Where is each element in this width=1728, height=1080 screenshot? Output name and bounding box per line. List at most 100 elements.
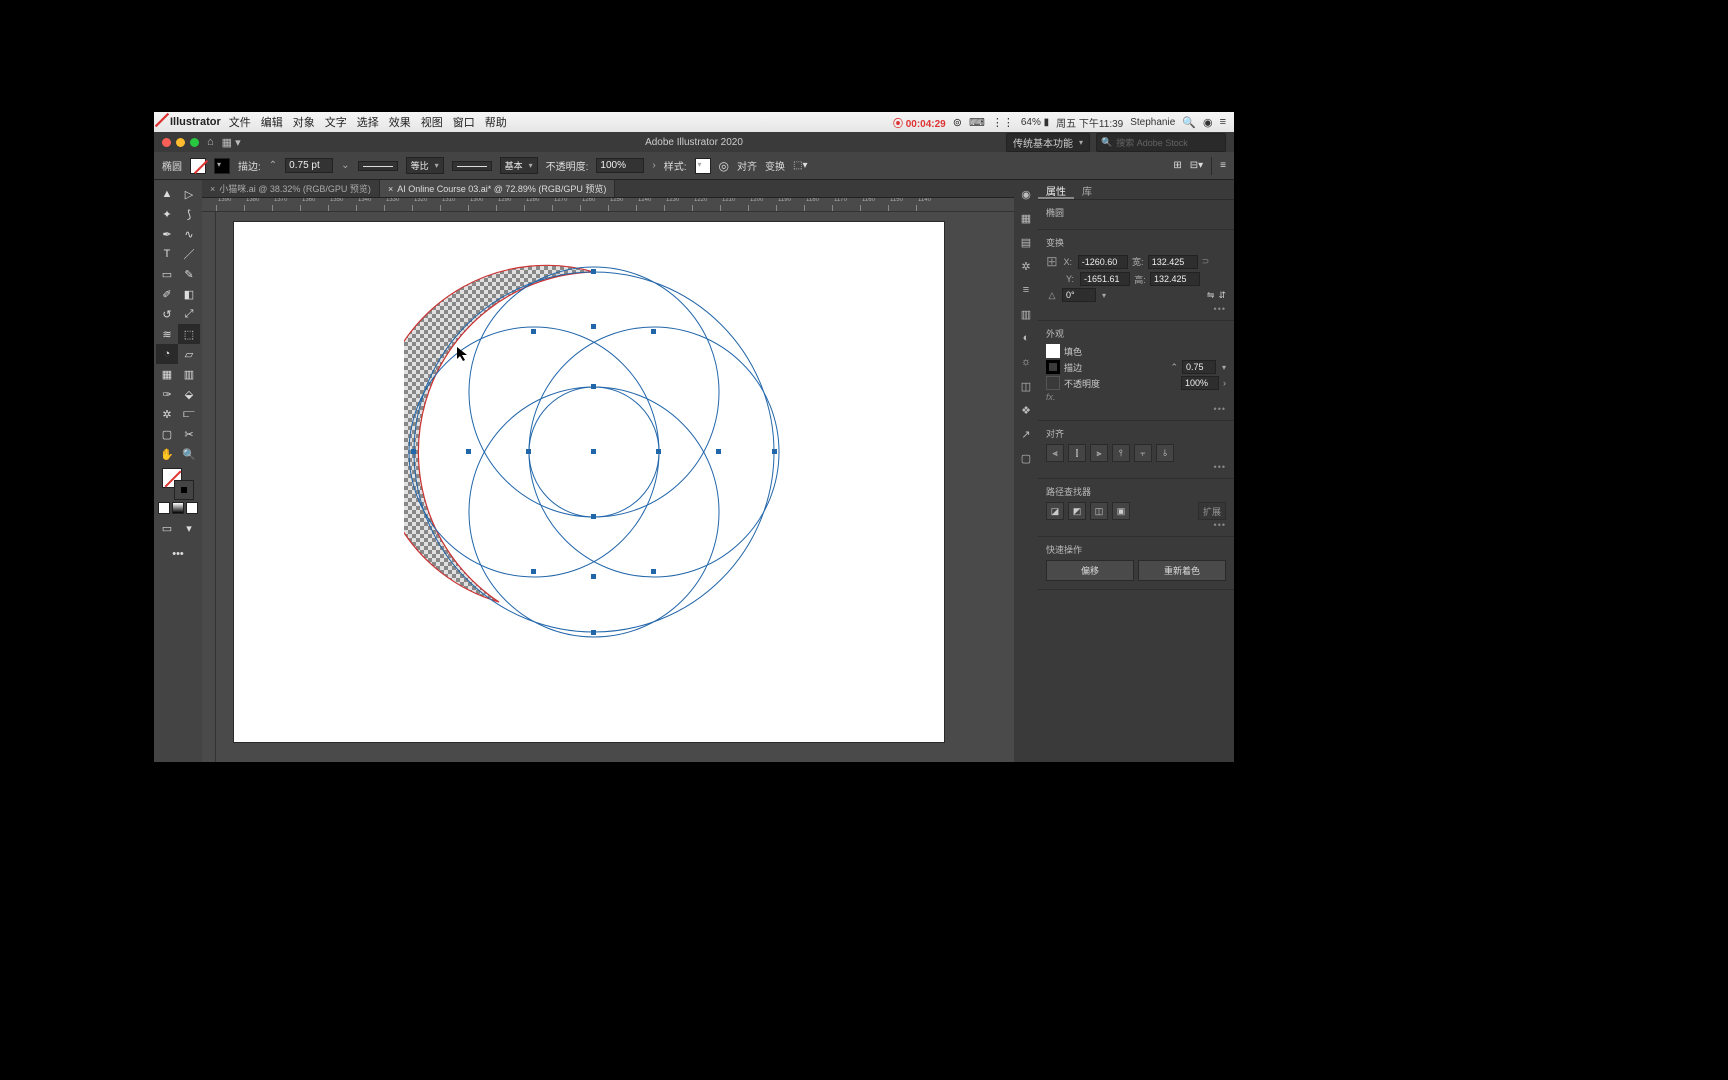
- zoom-tool[interactable]: 🔍: [178, 444, 200, 464]
- symbol-sprayer-tool[interactable]: ✲: [156, 404, 178, 424]
- height-input[interactable]: [1150, 272, 1200, 286]
- transparency-panel-icon[interactable]: ◐: [1018, 330, 1034, 346]
- lasso-tool[interactable]: ⟆: [178, 204, 200, 224]
- stroke-panel-icon[interactable]: ≡: [1018, 282, 1034, 298]
- artboard-viewport[interactable]: [216, 212, 1014, 762]
- brushes-panel-icon[interactable]: ▤: [1018, 234, 1034, 250]
- stroke-profile[interactable]: [358, 161, 398, 171]
- graphic-styles-panel-icon[interactable]: ◫: [1018, 378, 1034, 394]
- menu-help[interactable]: 帮助: [485, 114, 507, 130]
- scale-tool[interactable]: ⤢: [178, 304, 200, 324]
- pathfinder-exclude[interactable]: ▣: [1112, 502, 1130, 520]
- isolate-icon[interactable]: ⬚▾: [793, 160, 807, 171]
- shape-builder-tool[interactable]: ◔: [156, 344, 178, 364]
- edit-toolbar[interactable]: •••: [158, 544, 198, 564]
- close-window-button[interactable]: [162, 138, 171, 147]
- rotate-tool[interactable]: ↺: [156, 304, 178, 324]
- adobe-stock-search[interactable]: 🔍 搜索 Adobe Stock: [1096, 133, 1226, 152]
- align-top[interactable]: ⫯: [1112, 444, 1130, 462]
- hand-tool[interactable]: ✋: [156, 444, 178, 464]
- pathfinder-intersect[interactable]: ◫: [1090, 502, 1108, 520]
- magic-wand-tool[interactable]: ✦: [156, 204, 178, 224]
- menu-effect[interactable]: 效果: [389, 114, 411, 130]
- curvature-tool[interactable]: ∿: [178, 224, 200, 244]
- gradient-tool[interactable]: ▥: [178, 364, 200, 384]
- transform-link[interactable]: 变换: [765, 158, 785, 173]
- opacity-input[interactable]: [596, 158, 644, 173]
- screen-mode-dd[interactable]: ▾: [178, 518, 200, 538]
- arrange-docs-icon[interactable]: ▦ ▾: [222, 136, 241, 149]
- stroke-indicator[interactable]: [174, 480, 194, 500]
- blend-tool[interactable]: ⬙: [178, 384, 200, 404]
- home-icon[interactable]: ⌂: [207, 136, 214, 148]
- align-hcenter[interactable]: ⫿: [1068, 444, 1086, 462]
- stroke-profile-dd[interactable]: 等比: [406, 157, 444, 174]
- opacity-input-panel[interactable]: [1181, 376, 1219, 390]
- menu-edit[interactable]: 编辑: [261, 114, 283, 130]
- width-tool[interactable]: ≋: [156, 324, 178, 344]
- artboard[interactable]: [234, 222, 944, 742]
- menu-type[interactable]: 文字: [325, 114, 347, 130]
- menu-view[interactable]: 视图: [421, 114, 443, 130]
- stroke-swatch-panel[interactable]: [1046, 360, 1060, 374]
- color-mode-solid[interactable]: [158, 502, 170, 514]
- asset-export-panel-icon[interactable]: ↗: [1018, 426, 1034, 442]
- libraries-tab[interactable]: 库: [1074, 180, 1100, 199]
- brush-def[interactable]: [452, 161, 492, 171]
- x-input[interactable]: [1078, 255, 1128, 269]
- appearance-panel-icon[interactable]: ☼: [1018, 354, 1034, 370]
- pathfinder-unite[interactable]: ◪: [1046, 502, 1064, 520]
- datetime[interactable]: 周五 下午11:39: [1056, 115, 1123, 130]
- color-mode-none[interactable]: [186, 502, 198, 514]
- minimize-window-button[interactable]: [176, 138, 185, 147]
- eraser-tool[interactable]: ◧: [178, 284, 200, 304]
- user-name[interactable]: Stephanie: [1130, 117, 1175, 128]
- y-input[interactable]: [1080, 272, 1130, 286]
- recolor-icon[interactable]: ◎: [719, 159, 729, 173]
- fullscreen-window-button[interactable]: [190, 138, 199, 147]
- stroke-weight-input[interactable]: [285, 158, 333, 173]
- pathfinder-minus-front[interactable]: ◩: [1068, 502, 1086, 520]
- close-icon[interactable]: ×: [210, 184, 215, 194]
- artboard-tool[interactable]: ▢: [156, 424, 178, 444]
- fill-stroke-indicator[interactable]: [162, 468, 194, 500]
- stroke-swatch[interactable]: [214, 158, 230, 174]
- snap-icon[interactable]: ⊟▾: [1190, 160, 1203, 171]
- artboards-panel-icon[interactable]: ▢: [1018, 450, 1034, 466]
- more-options-icon[interactable]: •••: [1046, 404, 1226, 414]
- angle-dd[interactable]: [1100, 290, 1106, 300]
- reference-point-icon[interactable]: ⊞: [1046, 253, 1058, 270]
- flip-v-icon[interactable]: ⇵: [1218, 290, 1226, 301]
- stroke-dd[interactable]: [1220, 362, 1226, 372]
- properties-tab[interactable]: 属性: [1038, 180, 1074, 199]
- wifi-icon[interactable]: ⋮⋮: [992, 116, 1014, 129]
- align-link[interactable]: 对齐: [737, 158, 757, 173]
- menu-select[interactable]: 选择: [357, 114, 379, 130]
- eyedropper-tool[interactable]: ✑: [156, 384, 178, 404]
- fx-label[interactable]: fx.: [1046, 392, 1056, 402]
- menu-object[interactable]: 对象: [293, 114, 315, 130]
- type-tool[interactable]: T: [156, 244, 178, 264]
- siri-icon[interactable]: ◉: [1203, 116, 1213, 129]
- align-left[interactable]: ⫷: [1046, 444, 1064, 462]
- spotlight-icon[interactable]: 🔍: [1182, 116, 1196, 129]
- graphic-style-swatch[interactable]: [695, 158, 711, 174]
- symbols-panel-icon[interactable]: ✲: [1018, 258, 1034, 274]
- align-right[interactable]: ⫸: [1090, 444, 1108, 462]
- record-indicator[interactable]: ⦿ 00:04:29: [893, 115, 946, 130]
- perspective-tool[interactable]: ▱: [178, 344, 200, 364]
- link-wh-icon[interactable]: ⊃: [1202, 256, 1210, 267]
- angle-input[interactable]: [1062, 288, 1096, 302]
- document-tab-2[interactable]: ×AI Online Course 03.ai* @ 72.89% (RGB/G…: [380, 180, 615, 197]
- gradient-panel-icon[interactable]: ▥: [1018, 306, 1034, 322]
- paintbrush-tool[interactable]: ✎: [178, 264, 200, 284]
- slice-tool[interactable]: ✂: [178, 424, 200, 444]
- color-mode-gradient[interactable]: [172, 502, 184, 514]
- flip-h-icon[interactable]: ⇋: [1207, 290, 1215, 301]
- more-options-icon[interactable]: •••: [1046, 304, 1226, 314]
- menu-icon[interactable]: ≡: [1220, 116, 1226, 128]
- free-transform-tool[interactable]: ⬚: [178, 324, 200, 344]
- ruler-vertical[interactable]: [202, 212, 216, 762]
- direct-selection-tool[interactable]: ▷: [178, 184, 200, 204]
- screen-mode[interactable]: ▭: [156, 518, 178, 538]
